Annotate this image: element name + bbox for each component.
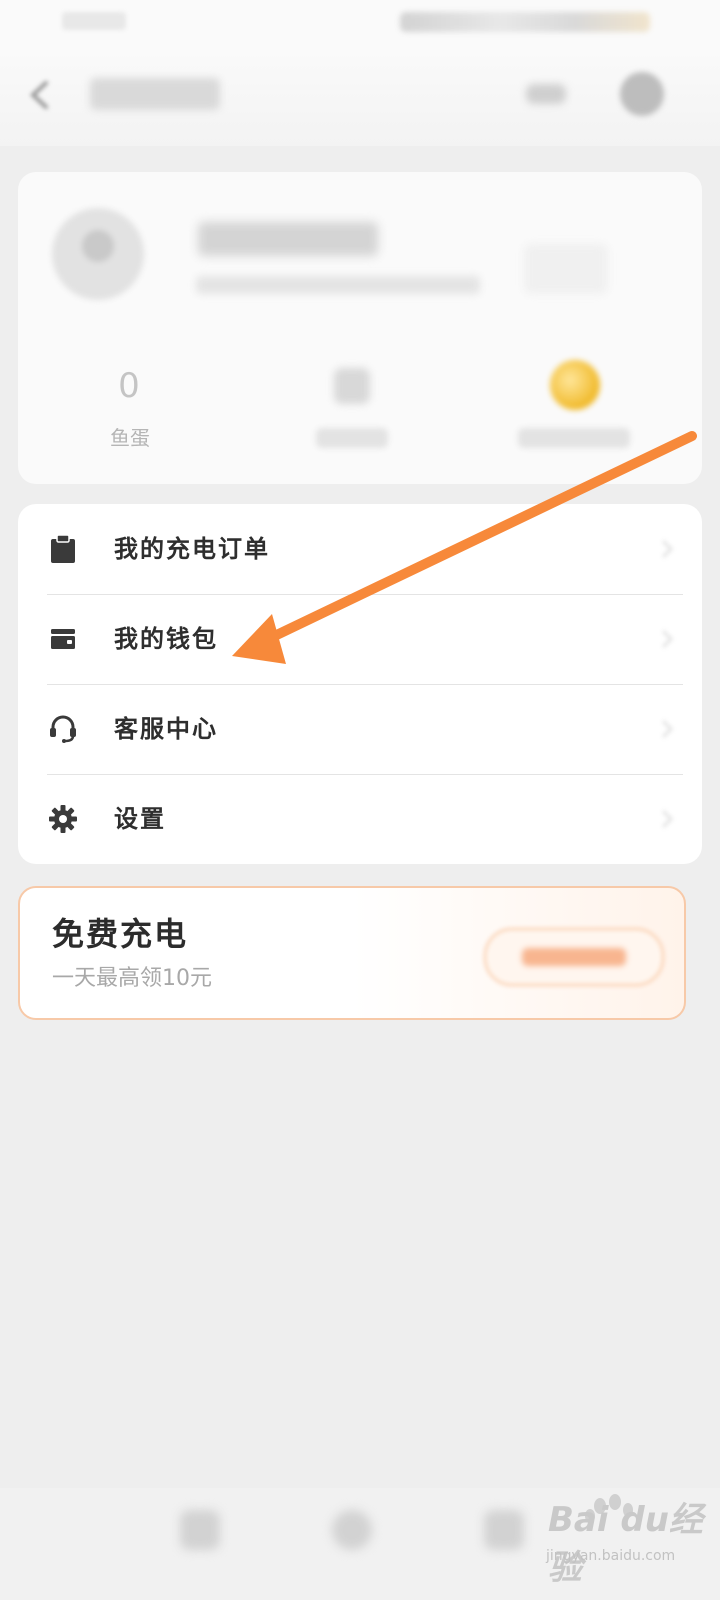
chevron-right-icon [661, 539, 674, 559]
gear-icon [49, 805, 77, 833]
menu-item-wallet[interactable]: 我的钱包 [18, 594, 702, 684]
promo-claim-button[interactable] [484, 928, 664, 986]
user-subtitle-blurred [196, 276, 480, 294]
stat-value-blurred [334, 368, 370, 404]
back-icon[interactable] [28, 80, 50, 110]
clipboard-icon [51, 534, 75, 563]
stat-label-blurred[interactable] [518, 428, 630, 448]
status-bar [0, 0, 720, 48]
header-menu-icon[interactable] [620, 72, 664, 116]
username-blurred [198, 222, 378, 256]
status-time [62, 12, 126, 30]
page-title [90, 78, 220, 110]
menu-item-settings[interactable]: 设置 [18, 774, 702, 864]
menu-item-label: 客服中心 [114, 714, 218, 743]
stat-label-blurred[interactable] [316, 428, 388, 448]
promo-subtitle: 一天最高领10元 [52, 966, 212, 991]
chevron-right-icon [661, 719, 674, 739]
nav-tab-icon[interactable] [180, 1510, 220, 1550]
coin-icon [550, 360, 600, 410]
menu-item-charging-orders[interactable]: 我的充电订单 [18, 504, 702, 594]
headset-icon [50, 715, 76, 743]
menu-item-label: 设置 [114, 804, 166, 833]
watermark-text: Bai du经验 [548, 1500, 703, 1588]
wallet-icon [51, 629, 75, 649]
chevron-right-icon [661, 809, 674, 829]
nav-tab-icon[interactable] [332, 1510, 372, 1550]
header-action-icon[interactable] [526, 84, 566, 104]
watermark-url: jingyan.baidu.com [546, 1548, 676, 1564]
nav-tab-icon[interactable] [484, 1510, 524, 1550]
menu-item-label: 我的钱包 [114, 624, 218, 653]
user-badge-blurred [524, 244, 608, 294]
chevron-right-icon [661, 629, 674, 649]
stat-value-fish-egg: 0 [118, 366, 140, 406]
promo-title: 免费充电 [52, 915, 189, 953]
menu-item-label: 我的充电订单 [114, 534, 270, 563]
avatar[interactable] [52, 208, 144, 300]
stat-label-fish-egg[interactable]: 鱼蛋 [98, 424, 162, 452]
status-icons [400, 12, 650, 32]
menu-item-customer-service[interactable]: 客服中心 [18, 684, 702, 774]
